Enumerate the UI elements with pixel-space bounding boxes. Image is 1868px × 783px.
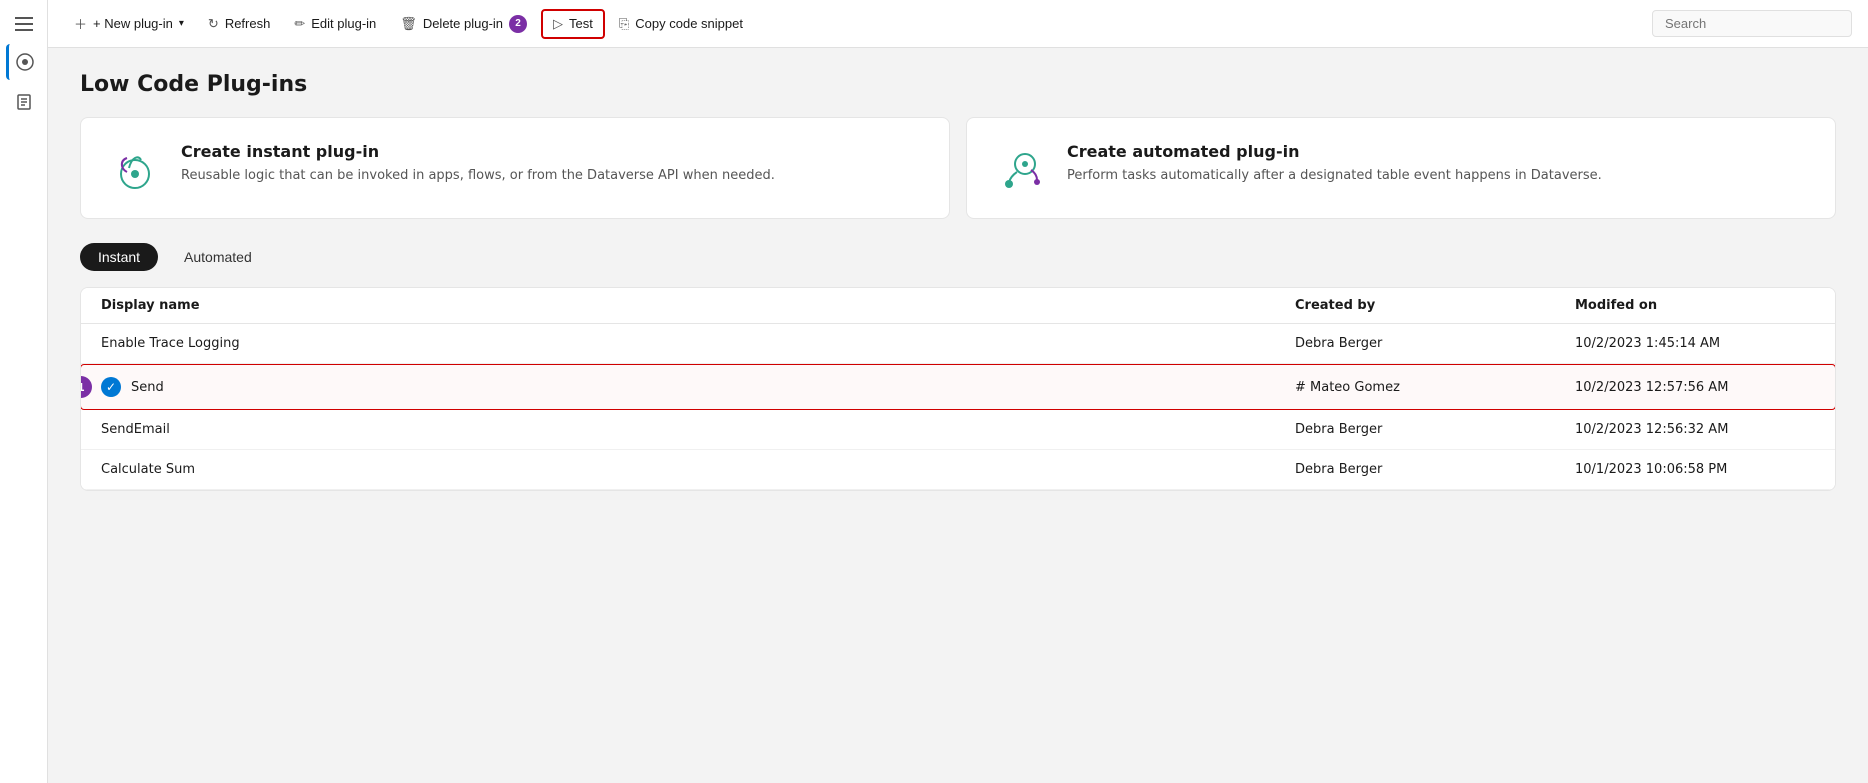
header-modified-on: Modifed on [1575,298,1815,313]
row-created-by: # Mateo Gomez [1295,380,1575,395]
play-icon: ▷ [553,16,563,32]
row-badge: 1 [80,376,92,398]
plugin-tabs: Instant Automated [80,243,1836,271]
row-modified-on: 10/2/2023 1:45:14 AM [1575,336,1815,351]
delete-icon: 🗑 [400,16,417,32]
row-name-with-check: ✓ Send [101,377,1295,397]
hamburger-menu[interactable] [8,8,40,40]
automated-plugin-icon [995,142,1047,194]
table-header: Display name Created by Modifed on [81,288,1835,324]
table-row-selected[interactable]: 1 ✓ Send # Mateo Gomez 10/2/2023 12:57:5… [80,364,1836,410]
search-input[interactable] [1652,10,1852,37]
header-created-by: Created by [1295,298,1575,313]
edit-label: Edit plug-in [311,16,376,31]
check-icon: ✓ [101,377,121,397]
instant-plugin-desc: Reusable logic that can be invoked in ap… [181,167,775,185]
instant-plugin-text: Create instant plug-in Reusable logic th… [181,142,775,185]
instant-plugin-icon [109,142,161,194]
test-button[interactable]: ▷ Test [541,9,605,39]
refresh-label: Refresh [225,16,271,31]
plugin-table: Display name Created by Modifed on Enabl… [80,287,1836,491]
table-row[interactable]: SendEmail Debra Berger 10/2/2023 12:56:3… [81,410,1835,450]
table-row[interactable]: Calculate Sum Debra Berger 10/1/2023 10:… [81,450,1835,490]
plus-icon: ＋ [74,14,87,33]
sidebar-icon-network[interactable] [6,44,42,80]
tab-automated[interactable]: Automated [166,243,270,271]
automated-plugin-text: Create automated plug-in Perform tasks a… [1067,142,1602,185]
test-label: Test [569,16,593,31]
edit-icon: ✏ [294,16,305,32]
row-name: Send [131,380,164,395]
copy-icon: ⎘ [619,16,629,32]
automated-plugin-card[interactable]: Create automated plug-in Perform tasks a… [966,117,1836,219]
delete-label: Delete plug-in [423,16,503,31]
row-modified-on: 10/1/2023 10:06:58 PM [1575,462,1815,477]
main-container: ＋ + New plug-in ▾ ↻ Refresh ✏ Edit plug-… [48,0,1868,783]
row-modified-on: 10/2/2023 12:56:32 AM [1575,422,1815,437]
toolbar: ＋ + New plug-in ▾ ↻ Refresh ✏ Edit plug-… [48,0,1868,48]
row-created-by: Debra Berger [1295,422,1575,437]
delete-badge: 2 [509,15,527,33]
row-name: SendEmail [101,422,1295,437]
refresh-button[interactable]: ↻ Refresh [198,11,280,37]
copy-label: Copy code snippet [635,16,743,31]
automated-plugin-title: Create automated plug-in [1067,142,1602,161]
instant-plugin-title: Create instant plug-in [181,142,775,161]
chevron-down-icon: ▾ [179,18,184,29]
delete-plugin-button[interactable]: 🗑 Delete plug-in 2 [390,10,537,38]
page-title: Low Code Plug-ins [80,72,1836,97]
row-name: Calculate Sum [101,462,1295,477]
edit-plugin-button[interactable]: ✏ Edit plug-in [284,11,386,37]
header-display-name: Display name [101,298,1295,313]
refresh-icon: ↻ [208,16,219,32]
sidebar [0,0,48,783]
content-area: Low Code Plug-ins Create instant plug-in… [48,48,1868,783]
plugin-cards: Create instant plug-in Reusable logic th… [80,117,1836,219]
new-plugin-button[interactable]: ＋ + New plug-in ▾ [64,9,194,38]
row-modified-on: 10/2/2023 12:57:56 AM [1575,380,1815,395]
new-plugin-label: + New plug-in [93,16,173,31]
sidebar-icon-book[interactable] [6,84,42,120]
automated-plugin-desc: Perform tasks automatically after a desi… [1067,167,1602,185]
copy-snippet-button[interactable]: ⎘ Copy code snippet [609,11,753,37]
table-row[interactable]: Enable Trace Logging Debra Berger 10/2/2… [81,324,1835,364]
instant-plugin-card[interactable]: Create instant plug-in Reusable logic th… [80,117,950,219]
tab-instant[interactable]: Instant [80,243,158,271]
row-name: Enable Trace Logging [101,336,1295,351]
row-created-by: Debra Berger [1295,462,1575,477]
row-created-by: Debra Berger [1295,336,1575,351]
